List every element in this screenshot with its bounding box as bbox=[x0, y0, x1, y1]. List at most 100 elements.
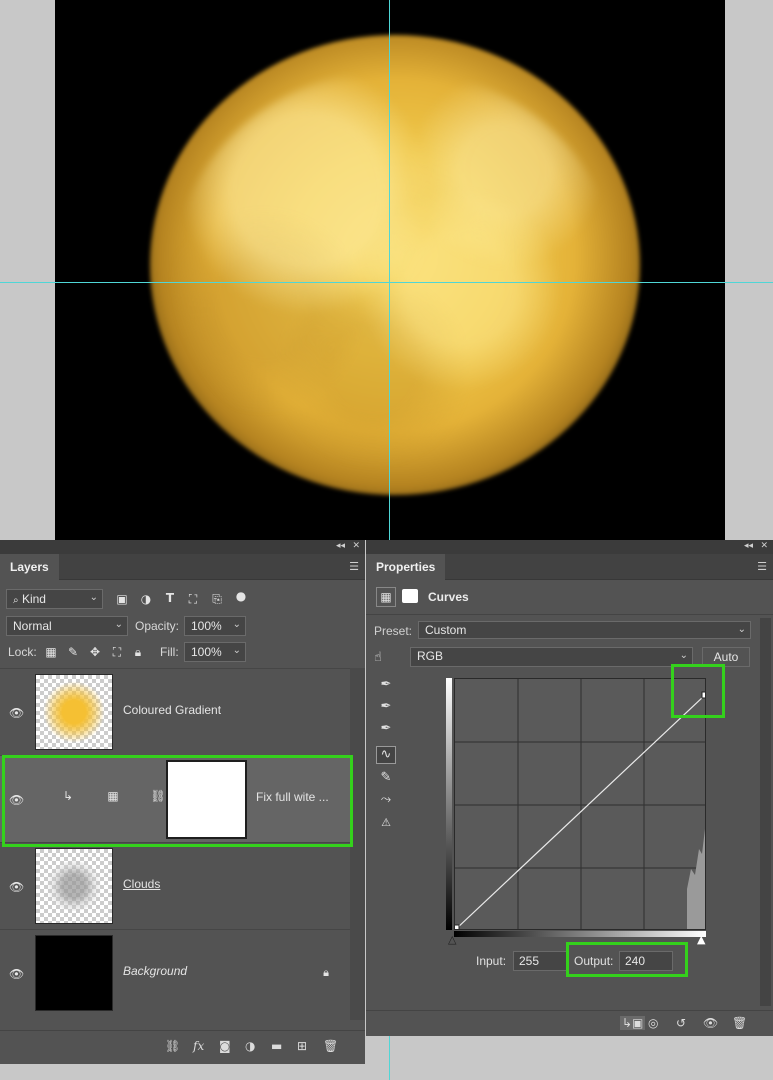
white-point-slider-icon[interactable]: ▲ bbox=[697, 933, 705, 946]
layers-tabbar: Layers ☰ bbox=[0, 554, 365, 581]
horizontal-guide[interactable] bbox=[0, 282, 773, 283]
blend-mode-value: Normal bbox=[13, 619, 52, 633]
close-icon[interactable]: ✕ bbox=[352, 541, 360, 551]
layer-name: Background bbox=[123, 964, 188, 978]
add-mask-icon[interactable]: ◙ bbox=[219, 1039, 231, 1053]
workspace-right bbox=[725, 0, 773, 540]
sample-midtone-eyedropper-icon[interactable]: ✒ bbox=[376, 699, 396, 717]
visibility-icon[interactable]: 👁︎ bbox=[703, 1016, 718, 1030]
opacity-value: 100% bbox=[191, 619, 222, 633]
shape-filter-icon[interactable]: ⛶ bbox=[185, 592, 201, 607]
clipping-warning-icon[interactable]: ⚠ bbox=[376, 816, 396, 834]
selection-highlight bbox=[2, 755, 353, 847]
chevron-down-icon: ⌄ bbox=[737, 624, 746, 635]
opacity-field[interactable]: 100% ⌄ bbox=[184, 616, 246, 636]
sample-shadow-eyedropper-icon[interactable]: ✒ bbox=[376, 677, 396, 695]
blend-mode-select[interactable]: Normal ⌄ bbox=[6, 616, 128, 636]
filter-toggle-icon[interactable]: ● bbox=[233, 589, 249, 603]
lock-position-icon[interactable]: ✥ bbox=[87, 645, 103, 659]
link-layers-icon[interactable]: ⛓︎ bbox=[165, 1039, 180, 1053]
layers-panel: ◂◂ ✕ Layers ☰ ⌕ Kind ⌄ ▣ ◑ T ⛶ ⎘ ● Norma… bbox=[0, 540, 365, 1064]
close-icon[interactable]: ✕ bbox=[760, 541, 768, 551]
chevron-down-icon: ⌄ bbox=[232, 645, 241, 656]
input-gradient-bar bbox=[454, 931, 706, 937]
blend-row: Normal ⌄ Opacity: 100% ⌄ bbox=[0, 614, 365, 640]
input-field[interactable]: 255 bbox=[513, 951, 567, 971]
type-filter-icon[interactable]: T bbox=[162, 591, 178, 605]
target-adjust-icon[interactable]: ☝ bbox=[374, 650, 382, 665]
clip-to-layer-icon[interactable]: ↳▣ bbox=[620, 1016, 646, 1030]
tab-properties[interactable]: Properties bbox=[366, 554, 446, 581]
channel-select[interactable]: RGB ⌄ bbox=[410, 647, 693, 667]
layers-footer: ⛓︎ fx ◙ ◑ ▬ ⊞ 🗑︎ bbox=[0, 1030, 365, 1064]
curve-svg bbox=[455, 679, 705, 930]
lock-artboard-icon[interactable]: ⛶ bbox=[109, 645, 125, 660]
chevron-down-icon: ⌄ bbox=[114, 619, 123, 630]
layer-row-coloured-gradient[interactable]: 👁︎ Coloured Gradient bbox=[0, 668, 350, 755]
layer-name: Clouds bbox=[123, 877, 161, 891]
properties-scrollbar[interactable] bbox=[760, 618, 771, 1006]
lock-transparent-icon[interactable]: ▦ bbox=[43, 645, 59, 659]
input-label: Input: bbox=[476, 954, 507, 968]
mask-icon[interactable] bbox=[402, 589, 418, 603]
cloud-texture bbox=[175, 70, 615, 470]
trash-icon[interactable]: 🗑︎ bbox=[323, 1039, 338, 1053]
layer-name: Coloured Gradient bbox=[123, 703, 222, 717]
sample-highlight-eyedropper-icon[interactable]: ✒ bbox=[376, 721, 396, 739]
pixel-filter-icon[interactable]: ▣ bbox=[114, 592, 130, 606]
smart-object-filter-icon[interactable]: ⎘ bbox=[209, 592, 225, 607]
chevron-down-icon: ⌄ bbox=[89, 592, 98, 603]
fill-label: Fill: bbox=[160, 645, 179, 659]
lock-paint-icon[interactable]: ✎ bbox=[65, 645, 81, 659]
smooth-icon[interactable]: ⤳ bbox=[376, 792, 396, 810]
highlight-output-field bbox=[566, 942, 688, 977]
layer-row-clouds[interactable]: 👁︎ Clouds bbox=[0, 842, 350, 929]
adjustment-title: Curves bbox=[428, 590, 469, 604]
view-previous-icon[interactable]: ◎ bbox=[648, 1016, 658, 1030]
fill-field[interactable]: 100% ⌄ bbox=[184, 642, 246, 662]
document-canvas[interactable] bbox=[55, 0, 725, 540]
eye-icon[interactable]: 👁︎ bbox=[9, 880, 24, 894]
layer-thumbnail bbox=[35, 848, 113, 924]
new-adjustment-icon[interactable]: ◑ bbox=[245, 1039, 255, 1053]
opacity-label: Opacity: bbox=[135, 619, 180, 633]
curve-edit-icon[interactable]: ∿ bbox=[376, 746, 396, 764]
panel-menu-icon[interactable]: ☰ bbox=[757, 560, 767, 573]
black-point-slider-icon[interactable]: △ bbox=[448, 933, 456, 946]
preset-value: Custom bbox=[425, 623, 467, 637]
curves-icon[interactable]: ▦ bbox=[376, 587, 396, 607]
lock-all-icon[interactable]: 🔒︎ bbox=[130, 645, 146, 660]
search-icon: ⌕ bbox=[13, 595, 19, 606]
adjustment-filter-icon[interactable]: ◑ bbox=[138, 592, 154, 606]
layer-thumbnail bbox=[35, 935, 113, 1011]
reset-icon[interactable]: ↺ bbox=[676, 1016, 686, 1030]
highlight-white-point bbox=[671, 664, 725, 718]
collapse-icon[interactable]: ◂◂ bbox=[336, 541, 345, 551]
histogram bbox=[687, 829, 705, 929]
collapse-icon[interactable]: ◂◂ bbox=[744, 541, 753, 551]
filter-row: ⌕ Kind ⌄ ▣ ◑ T ⛶ ⎘ ● bbox=[0, 587, 365, 613]
kind-filter-select[interactable]: ⌕ Kind ⌄ bbox=[6, 589, 103, 609]
output-gradient-bar bbox=[446, 678, 452, 930]
trash-icon[interactable]: 🗑︎ bbox=[732, 1016, 747, 1030]
layer-row-background[interactable]: 👁︎ Background 🔒︎ bbox=[0, 929, 350, 1016]
chevron-down-icon: ⌄ bbox=[232, 619, 241, 630]
tab-layers[interactable]: Layers bbox=[0, 554, 59, 581]
lock-label: Lock: bbox=[8, 645, 37, 659]
new-group-icon[interactable]: ▬ bbox=[271, 1039, 282, 1053]
fx-icon[interactable]: fx bbox=[193, 1039, 204, 1053]
kind-filter-label: Kind bbox=[21, 592, 46, 606]
eye-icon[interactable]: 👁︎ bbox=[9, 967, 24, 981]
properties-footer: ↳▣ ◎ ↺ 👁︎ 🗑︎ bbox=[366, 1010, 773, 1036]
panel-menu-icon[interactable]: ☰ bbox=[349, 560, 359, 573]
gradient-preview bbox=[36, 675, 112, 749]
eye-icon[interactable]: 👁︎ bbox=[9, 706, 24, 720]
layers-panel-topbar: ◂◂ ✕ bbox=[0, 540, 365, 554]
new-layer-icon[interactable]: ⊞ bbox=[297, 1039, 307, 1053]
workspace-left bbox=[0, 0, 55, 540]
adjustment-header: ▦ Curves bbox=[366, 581, 773, 615]
curve-graph[interactable] bbox=[454, 678, 706, 930]
curve-point-black[interactable] bbox=[455, 924, 460, 930]
pencil-icon[interactable]: ✎ bbox=[376, 770, 396, 788]
preset-select[interactable]: Custom ⌄ bbox=[418, 621, 751, 639]
